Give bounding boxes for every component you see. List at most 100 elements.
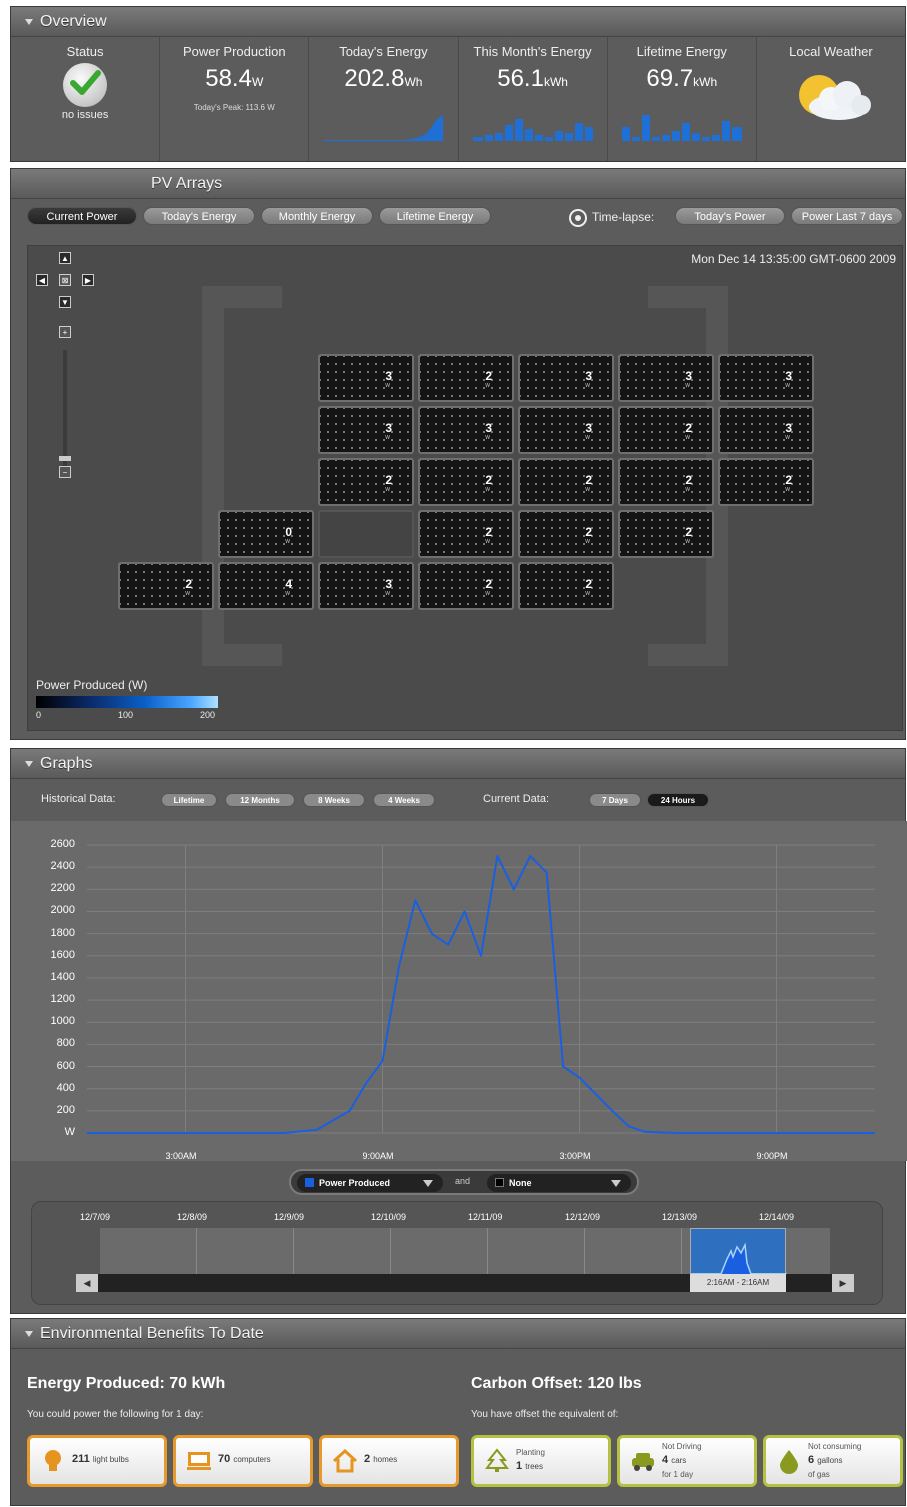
solar-panel[interactable]: 3W [318,562,414,610]
status-text: no issues [61,109,109,121]
month-energy-sparkline [472,119,593,141]
lifetime-energy-sparkline [621,115,742,141]
scroll-left-button[interactable]: ◀ [76,1274,98,1292]
solar-panel-unit: W [785,435,790,441]
series-a-swatch [305,1178,314,1187]
navigator-day[interactable] [197,1228,294,1274]
solar-panel-unit: W [385,487,390,493]
scroll-thumb[interactable]: 2:16AM - 2:16AM [690,1274,786,1292]
solar-panel-power: 2 [385,473,392,487]
solar-panel[interactable]: 3W [318,354,414,402]
solar-panel[interactable]: 2W [618,510,714,558]
navigator-day[interactable] [585,1228,682,1274]
solar-panel[interactable]: 0W [218,510,314,558]
trees-card: Planting 1 trees [471,1435,611,1487]
solar-panel[interactable]: 2W [118,562,214,610]
zoom-slider-knob[interactable] [59,456,71,461]
overview-title: Overview [40,13,107,30]
solar-panel[interactable]: 2W [618,458,714,506]
timelapse-todays-power[interactable]: Today's Power [675,207,785,225]
lifetime-energy-cell[interactable]: Lifetime Energy 69.7kWh [608,37,757,161]
solar-panel[interactable]: 3W [518,406,614,454]
pv-arrays-header: PV Arrays [11,169,905,199]
pan-down-button[interactable]: ▼ [59,296,71,308]
navigator-day[interactable] [391,1228,488,1274]
month-energy-label: This Month's Energy [473,44,592,59]
pan-right-button[interactable]: ▶ [82,274,94,286]
solar-panel[interactable]: 2W [418,562,514,610]
month-energy-cell[interactable]: This Month's Energy 56.1kWh [459,37,608,161]
time-navigator: 12/7/09 12/8/09 12/9/09 12/10/09 12/11/09 12/… [31,1201,883,1305]
series-line-power-produced [87,855,875,1134]
solar-panel[interactable]: 3W [418,406,514,454]
series-b-swatch [495,1178,504,1187]
collapse-triangle-icon[interactable] [25,1330,33,1337]
timelapse-last-7-days[interactable]: Power Last 7 days [791,207,903,225]
pan-left-button[interactable]: ◀ [36,274,48,286]
x-tick-label: 3:00PM [559,1151,591,1161]
timelapse-label: Time-lapse: [569,209,654,227]
collapse-triangle-icon[interactable] [25,18,33,25]
power-production-cell[interactable]: Power Production 58.4W Today's Peak: 113… [160,37,310,161]
solar-panel-unit: W [585,539,590,545]
solar-panel[interactable]: 2W [718,458,814,506]
navigator-day[interactable] [294,1228,391,1274]
solar-panel[interactable]: 2W [518,562,614,610]
solar-panel[interactable]: 3W [518,354,614,402]
weather-cell[interactable]: Local Weather [757,37,905,161]
array-canvas[interactable]: Mon Dec 14 13:35:00 GMT-0600 2009 ▲ ◀ ⊠ … [27,245,903,731]
chevron-down-icon [611,1180,621,1187]
navigator-scrollbar[interactable]: ◀ 2:16AM - 2:16AM ▶ [76,1274,854,1292]
solar-panel[interactable]: 3W [718,406,814,454]
tree-icon [485,1448,509,1472]
solar-panel[interactable]: 2W [418,354,514,402]
solar-panel[interactable]: 2W [518,458,614,506]
cars-post: for 1 day [662,1470,694,1479]
gas-post: of gas [808,1470,830,1479]
month-energy-value: 56.1 [497,65,544,92]
pv-arrays-panel: PV Arrays Current Power Today's Energy M… [10,168,906,740]
navigator-day[interactable] [100,1228,197,1274]
tab-lifetime-energy[interactable]: Lifetime Energy [379,207,491,225]
todays-energy-cell[interactable]: Today's Energy 202.8Wh [309,37,459,161]
zoom-slider-track[interactable] [63,350,67,470]
overview-header[interactable]: Overview [11,7,905,37]
zoom-in-button[interactable]: + [59,326,71,338]
array-timestamp: Mon Dec 14 13:35:00 GMT-0600 2009 [691,252,896,266]
legend-title: Power Produced (W) [36,678,148,692]
solar-panel-unit: W [685,383,690,389]
tab-todays-energy[interactable]: Today's Energy [143,207,255,225]
solar-panel[interactable]: 2W [618,406,714,454]
tab-monthly-energy[interactable]: Monthly Energy [261,207,373,225]
pan-up-button[interactable]: ▲ [59,252,71,264]
navigator-date-label: 12/14/09 [759,1212,795,1222]
solar-panel[interactable] [318,510,414,558]
solar-panel-unit: W [385,591,390,597]
series-a-dropdown[interactable]: Power Produced [297,1174,443,1192]
solar-panel[interactable]: 2W [418,510,514,558]
solar-panel[interactable]: 2W [418,458,514,506]
lifetime-energy-unit: kWh [693,75,718,89]
tab-current-power[interactable]: Current Power [27,207,137,225]
zoom-out-button[interactable]: − [59,466,71,478]
solar-panel[interactable]: 2W [318,458,414,506]
navigator-strip[interactable] [100,1228,830,1275]
solar-panel-unit: W [785,383,790,389]
scroll-right-button[interactable]: ▶ [832,1274,854,1292]
solar-panel-unit: W [785,487,790,493]
pan-reset-button[interactable]: ⊠ [59,274,71,286]
solar-panel[interactable]: 2W [518,510,614,558]
todays-energy-label: Today's Energy [339,44,428,59]
solar-panel-power: 4 [285,577,292,591]
todays-peak: Today's Peak: 113.6 W [193,103,275,112]
solar-panel[interactable]: 4W [218,562,314,610]
environmental-header[interactable]: Environmental Benefits To Date [11,1319,905,1349]
partly-sunny-icon [798,75,871,120]
series-b-dropdown[interactable]: None [487,1174,631,1192]
solar-panel[interactable]: 3W [618,354,714,402]
navigator-selection[interactable] [690,1228,787,1275]
solar-panel-unit: W [685,487,690,493]
solar-panel[interactable]: 3W [318,406,414,454]
navigator-day[interactable] [488,1228,585,1274]
solar-panel[interactable]: 3W [718,354,814,402]
